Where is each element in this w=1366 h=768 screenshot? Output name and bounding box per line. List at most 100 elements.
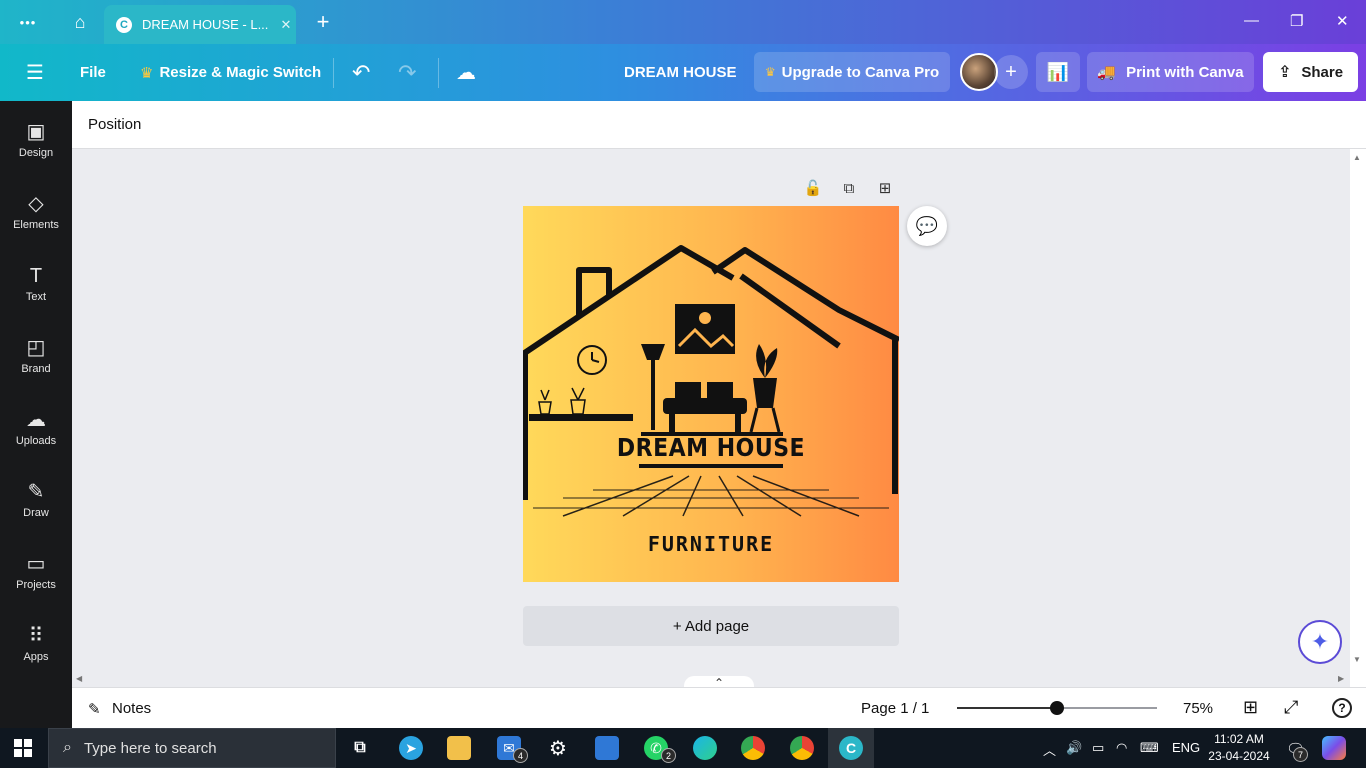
keyboard-icon[interactable]: ⌨	[1140, 740, 1159, 756]
sidebar-item-label: Text	[25, 291, 47, 303]
sidebar-item-label: Brand	[21, 363, 51, 375]
settings-gear-icon[interactable]: ⚙	[546, 736, 570, 760]
wifi-icon[interactable]: ◠	[1116, 740, 1127, 756]
browser-tab-active[interactable]: C DREAM HOUSE - L... ✕	[104, 5, 296, 44]
upgrade-label: Upgrade to Canva Pro	[781, 63, 940, 81]
editor-toolbar: ☰ File ♛ Resize & Magic Switch ↶ ↷ ☁ DRE…	[0, 44, 1366, 101]
language-indicator[interactable]: ENG	[1172, 740, 1200, 755]
home-icon[interactable]: ⌂	[68, 10, 92, 34]
file-explorer-icon[interactable]	[447, 736, 471, 760]
canva-app-icon[interactable]: C	[839, 736, 863, 760]
user-avatar[interactable]	[960, 53, 998, 91]
scroll-up-icon[interactable]: ▲	[1353, 153, 1361, 162]
close-window-icon[interactable]: ✕	[1336, 12, 1349, 30]
chrome-icon[interactable]	[741, 736, 765, 760]
notes-icon[interactable]: ✎	[88, 700, 101, 718]
lock-icon[interactable]: 🔓	[802, 177, 824, 199]
task-view-icon[interactable]: ⧉	[348, 736, 372, 760]
search-icon: ⌕	[63, 739, 72, 756]
notes-button[interactable]: Notes	[112, 700, 151, 717]
chrome-profile-icon[interactable]	[790, 736, 814, 760]
undo-icon[interactable]: ↶	[352, 44, 370, 101]
sidebar-item-design[interactable]: ▣ Design	[0, 111, 72, 175]
sidebar-item-label: Elements	[13, 219, 59, 231]
sidebar-item-uploads[interactable]: ☁ Uploads	[0, 399, 72, 463]
main-menu-icon[interactable]: ☰	[26, 44, 44, 101]
add-comment-icon[interactable]: 💬	[907, 206, 947, 246]
add-page-button[interactable]: + Add page	[523, 606, 899, 646]
duplicate-page-icon[interactable]: ⧉	[838, 177, 860, 199]
vertical-scrollbar[interactable]: ▲ ▼	[1350, 149, 1366, 687]
picture-frame-icon	[675, 304, 735, 354]
zoom-slider-knob[interactable]	[1050, 701, 1064, 715]
zoom-slider[interactable]	[957, 701, 1157, 715]
sidebar-item-label: Design	[18, 147, 54, 159]
context-toolbar: Position	[72, 101, 1366, 149]
sidebar-item-text[interactable]: T Text	[0, 255, 72, 319]
title-underline	[639, 464, 783, 468]
add-page-icon[interactable]: ⊞	[874, 177, 896, 199]
browser-tab-bar: ••• ⌂ C DREAM HOUSE - L... ✕ + — ❐ ✕	[0, 0, 1366, 44]
help-icon[interactable]: ?	[1332, 698, 1352, 718]
minimize-icon[interactable]: —	[1244, 12, 1259, 29]
resize-magic-switch-button[interactable]: ♛ Resize & Magic Switch	[140, 44, 321, 101]
browser-menu-icon[interactable]: •••	[16, 10, 40, 34]
tab-title: DREAM HOUSE - L...	[142, 17, 269, 32]
page-indicator[interactable]: Page 1 / 1	[861, 700, 929, 717]
windows-start-icon[interactable]	[14, 739, 32, 757]
share-button[interactable]: ⇪ Share	[1263, 52, 1358, 92]
taskbar-clock[interactable]: 11:02 AM 23-04-2024	[1204, 731, 1274, 765]
tray-chevron-icon[interactable]: ︿	[1043, 740, 1056, 759]
share-label: Share	[1301, 63, 1344, 81]
volume-icon[interactable]: 🔊	[1066, 740, 1082, 756]
windows-taskbar: ⌕ Type here to search ⧉ ➤ ✉ 4 ⚙ ✆ 2 C ︿ …	[0, 728, 1366, 768]
design-icon: ▣	[26, 121, 46, 143]
print-with-canva-button[interactable]: 🚚 Print with Canva	[1087, 52, 1254, 92]
upgrade-pro-button[interactable]: ♛ Upgrade to Canva Pro	[754, 52, 950, 92]
projects-icon: ▭	[26, 553, 46, 575]
lamp-icon	[641, 344, 665, 360]
new-tab-button[interactable]: +	[311, 9, 335, 34]
sidebar-item-apps[interactable]: ⠿ Apps	[0, 615, 72, 679]
telegram-icon[interactable]: ➤	[399, 736, 423, 760]
sidebar-item-elements[interactable]: ◇ Elements	[0, 183, 72, 247]
analytics-icon[interactable]: 📊	[1036, 52, 1080, 92]
zoom-level[interactable]: 75%	[1183, 700, 1213, 717]
cloud-save-icon[interactable]: ☁	[456, 44, 476, 101]
print-label: Print with Canva	[1126, 63, 1244, 81]
draw-icon: ✎	[27, 481, 45, 503]
position-button[interactable]: Position	[88, 116, 141, 133]
mail-badge: 4	[513, 748, 528, 763]
shelf	[529, 414, 633, 421]
file-menu-button[interactable]: File	[80, 44, 106, 101]
crown-icon: ♛	[140, 64, 154, 82]
notifications-badge: 7	[1293, 747, 1308, 762]
editor-footer: ✎ Notes Page 1 / 1 75% ⊞ ⤢ ?	[72, 687, 1366, 728]
close-tab-icon[interactable]: ✕	[276, 17, 296, 33]
resize-label: Resize & Magic Switch	[159, 64, 322, 81]
design-title-text[interactable]: DREAM HOUSE	[523, 434, 899, 463]
design-subtitle-text[interactable]: FURNITURE	[523, 532, 899, 556]
copilot-icon[interactable]	[1322, 736, 1346, 760]
fullscreen-icon[interactable]: ⤢	[1284, 697, 1298, 718]
share-icon: ⇪	[1277, 64, 1292, 81]
design-page[interactable]: DREAM HOUSE FURNITURE	[523, 206, 899, 582]
taskbar-search[interactable]: ⌕ Type here to search	[48, 728, 336, 768]
scroll-left-icon[interactable]: ◀	[76, 674, 82, 683]
add-collaborator-button[interactable]: +	[994, 55, 1028, 89]
maximize-icon[interactable]: ❐	[1290, 12, 1303, 30]
sidebar-item-label: Uploads	[15, 435, 57, 447]
scroll-down-icon[interactable]: ▼	[1353, 655, 1361, 664]
sidebar-item-projects[interactable]: ▭ Projects	[0, 543, 72, 607]
plant-icon	[753, 378, 777, 408]
scroll-right-icon[interactable]: ▶	[1338, 674, 1344, 683]
grid-view-icon[interactable]: ⊞	[1243, 697, 1258, 718]
sidebar-item-draw[interactable]: ✎ Draw	[0, 471, 72, 535]
redo-icon[interactable]: ↷	[398, 44, 416, 101]
edge-browser-icon[interactable]	[693, 736, 717, 760]
sidebar-item-brand[interactable]: ◰ Brand	[0, 327, 72, 391]
store-icon[interactable]	[595, 736, 619, 760]
document-title[interactable]: DREAM HOUSE	[624, 44, 737, 101]
magic-assistant-icon[interactable]: ✦	[1298, 620, 1342, 664]
battery-icon[interactable]: ▭	[1092, 740, 1104, 756]
